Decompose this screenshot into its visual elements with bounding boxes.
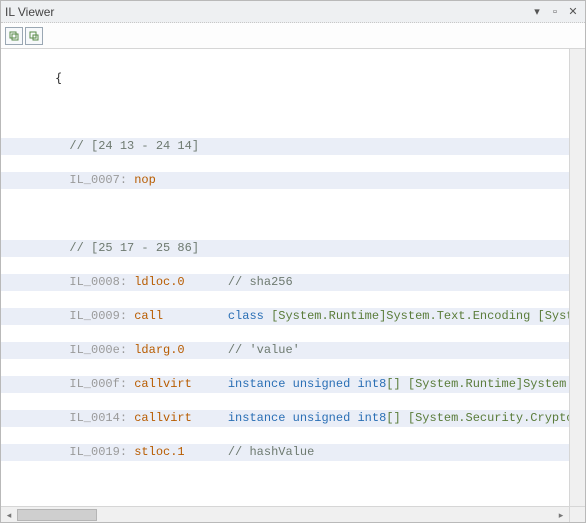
- toolbar: [1, 23, 585, 49]
- il-viewer-panel: IL Viewer ▾ ▫ ✕ { // [24 13 - 24 14] IL_…: [0, 0, 586, 523]
- code-line: // [24 13 - 24 14]: [1, 138, 585, 155]
- horizontal-scrollbar[interactable]: ◂ ▸: [1, 506, 569, 522]
- code-viewport: { // [24 13 - 24 14] IL_0007: nop // [25…: [1, 49, 585, 522]
- code-line: IL_000f: callvirt instance unsigned int8…: [1, 376, 585, 393]
- scrollbar-thumb[interactable]: [17, 509, 97, 521]
- scroll-left-icon[interactable]: ◂: [1, 507, 17, 522]
- toolbar-button-1[interactable]: [5, 27, 23, 45]
- code-block: { // [24 13 - 24 14] IL_0007: nop // [25…: [1, 49, 585, 506]
- scroll-corner: [569, 506, 585, 522]
- vertical-scrollbar[interactable]: [569, 49, 585, 522]
- toolbar-button-2[interactable]: [25, 27, 43, 45]
- code-line: // [25 17 - 25 86]: [1, 240, 585, 257]
- code-line: IL_0014: callvirt instance unsigned int8…: [1, 410, 585, 427]
- code-line: IL_0007: nop: [1, 172, 585, 189]
- close-icon[interactable]: ✕: [565, 4, 581, 20]
- code-line: IL_000e: ldarg.0 // 'value': [1, 342, 585, 359]
- panel-title: IL Viewer: [5, 5, 527, 19]
- code-line: IL_0008: ldloc.0 // sha256: [1, 274, 585, 291]
- scroll-right-icon[interactable]: ▸: [553, 507, 569, 522]
- pin-icon[interactable]: ▫: [547, 4, 563, 20]
- code-line: IL_0019: stloc.1 // hashValue: [1, 444, 585, 461]
- open-brace: {: [1, 70, 585, 87]
- titlebar: IL Viewer ▾ ▫ ✕: [1, 1, 585, 23]
- code-line: IL_0009: call class [System.Runtime]Syst…: [1, 308, 585, 325]
- dropdown-icon[interactable]: ▾: [529, 4, 545, 20]
